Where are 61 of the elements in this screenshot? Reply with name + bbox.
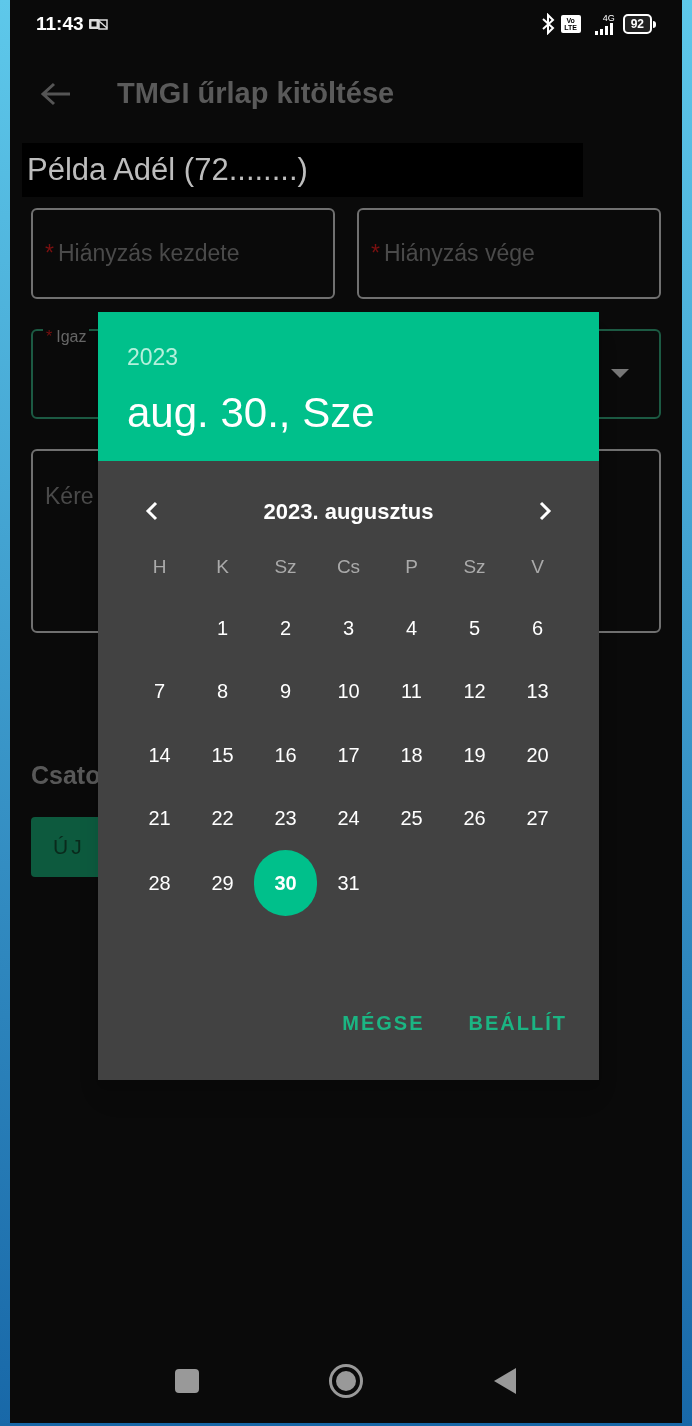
calendar-day[interactable]: 11 [387, 667, 436, 716]
calendar-day[interactable]: 8 [198, 667, 247, 716]
calendar-day[interactable]: 24 [324, 794, 373, 843]
calendar-day[interactable]: 31 [324, 859, 373, 907]
required-asterisk: * [45, 239, 54, 269]
home-icon[interactable] [328, 1363, 364, 1399]
dialog-action-button[interactable]: MÉGSE [330, 1000, 437, 1046]
recent-apps-icon[interactable] [174, 1368, 200, 1394]
weekday-label: Cs [336, 554, 361, 579]
calendar-day[interactable]: 26 [450, 794, 499, 843]
calendar-day[interactable]: 15 [198, 730, 247, 779]
weekday-label: Sz [274, 554, 297, 579]
previous-month-icon[interactable] [144, 500, 160, 522]
calendar-day[interactable]: 9 [261, 667, 310, 716]
calendar-day[interactable]: 29 [198, 859, 247, 907]
calendar-day[interactable]: 14 [135, 730, 184, 779]
person-name: Példa Adél (72........) [27, 150, 308, 189]
calendar-day[interactable]: 2 [261, 603, 310, 652]
weekday-label: H [152, 554, 167, 579]
calendar-day[interactable]: 1 [198, 603, 247, 652]
calendar-day[interactable]: 3 [324, 603, 373, 652]
calendar-day[interactable]: 7 [135, 667, 184, 716]
calendar-day[interactable]: 22 [198, 794, 247, 843]
calendar-day[interactable]: 5 [450, 603, 499, 652]
calendar-day[interactable]: 16 [261, 730, 310, 779]
required-asterisk: * [46, 327, 53, 347]
field-label: Igaz [56, 327, 87, 347]
selected-date: aug. 30., Sze [127, 387, 376, 438]
attachments-heading: Csato [31, 760, 102, 791]
calendar-day[interactable]: 6 [513, 603, 562, 652]
bluetooth-icon [540, 13, 555, 35]
required-asterisk: * [371, 239, 380, 269]
dialog-action-button[interactable]: BEÁLLÍT [456, 1000, 579, 1046]
field-placeholder: Hiányzás vége [383, 239, 535, 269]
calendar-day[interactable]: 10 [324, 667, 373, 716]
weekday-label: K [216, 554, 229, 579]
page-title: TMGI űrlap kitöltése [117, 76, 395, 112]
message-icon [87, 16, 108, 32]
calendar-day[interactable]: 27 [513, 794, 562, 843]
calendar-day[interactable]: 12 [450, 667, 499, 716]
back-arrow-icon[interactable] [40, 82, 72, 106]
month-title: 2023. augusztus [263, 497, 434, 526]
calendar-day[interactable]: 25 [387, 794, 436, 843]
clock-time: 11:43 [36, 11, 84, 36]
weekday-label: Sz [463, 554, 486, 579]
field-placeholder: Hiányzás kezdete [57, 239, 240, 269]
weekday-label: V [531, 554, 544, 579]
network-type: 4G [602, 13, 615, 23]
battery-indicator: 92 [622, 14, 652, 34]
calendar-day[interactable]: 4 [387, 603, 436, 652]
weekday-label: P [405, 554, 418, 579]
calendar-day[interactable]: 23 [261, 794, 310, 843]
calendar-day[interactable]: 13 [513, 667, 562, 716]
field-placeholder: Kére [45, 483, 94, 509]
back-icon[interactable] [492, 1366, 518, 1396]
dropdown-arrow-icon [611, 369, 629, 379]
calendar-day[interactable]: 19 [450, 730, 499, 779]
calendar-day[interactable]: 18 [387, 730, 436, 779]
calendar-day[interactable]: 20 [513, 730, 562, 779]
next-month-icon[interactable] [537, 500, 553, 522]
calendar-day[interactable]: 17 [324, 730, 373, 779]
